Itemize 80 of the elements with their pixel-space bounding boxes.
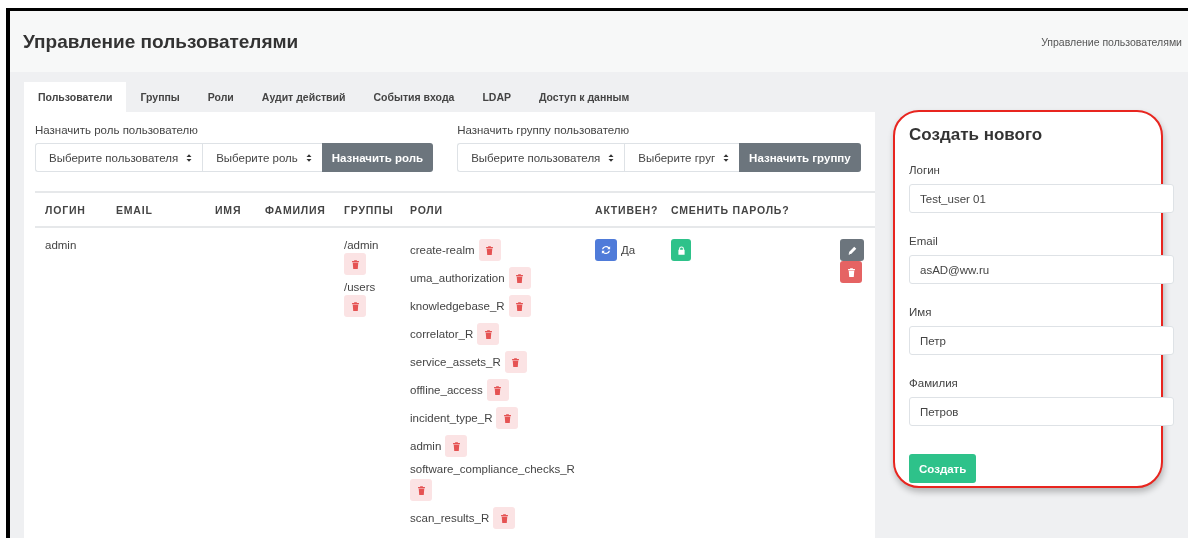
trash-icon xyxy=(349,300,361,312)
trash-icon xyxy=(482,328,494,340)
column-header: ГРУППЫ xyxy=(344,203,395,216)
remove-button[interactable] xyxy=(445,435,468,457)
trash-icon xyxy=(415,484,427,496)
role-name: uma_authorization xyxy=(410,272,505,284)
role-name: knowledgebase_R xyxy=(410,300,505,312)
remove-button[interactable] xyxy=(410,479,432,501)
remove-button[interactable] xyxy=(493,507,516,529)
trash-icon xyxy=(845,266,857,278)
tab[interactable]: Роли xyxy=(193,82,248,112)
input-field[interactable]: Петр xyxy=(909,326,1174,355)
input-field[interactable]: Петров xyxy=(909,397,1174,426)
form-title: Создать нового xyxy=(909,125,1044,145)
role-name: scan_results_R xyxy=(410,512,490,524)
role-name: offline_access xyxy=(410,384,483,396)
remove-button[interactable] xyxy=(508,295,531,317)
trash-icon xyxy=(498,512,510,524)
trash-icon xyxy=(450,440,462,452)
tab[interactable]: Пользователи xyxy=(24,82,127,112)
remove-button[interactable] xyxy=(496,407,519,429)
active-status: Да xyxy=(621,244,636,256)
select-field[interactable]: Выберите груг xyxy=(624,143,740,172)
remove-button[interactable] xyxy=(477,323,500,345)
role-name: admin xyxy=(410,440,442,452)
remove-button[interactable] xyxy=(344,253,366,275)
field-label: Логин xyxy=(909,164,941,176)
input-field[interactable]: asAD@ww.ru xyxy=(909,255,1174,284)
input-field[interactable]: Test_user 01 xyxy=(909,184,1174,213)
trash-icon xyxy=(514,272,526,284)
trash-icon xyxy=(349,258,361,270)
tab[interactable]: LDAP xyxy=(468,82,525,112)
section-label: Назначить группу пользователю xyxy=(457,124,631,136)
remove-button[interactable] xyxy=(478,239,501,261)
tab[interactable]: Доступ к данным xyxy=(525,82,644,112)
delete-button[interactable] xyxy=(840,261,862,283)
assign-button[interactable]: Назначить группу xyxy=(739,143,861,172)
trash-icon xyxy=(502,412,513,424)
lock-icon xyxy=(675,244,687,256)
tab[interactable]: Группы xyxy=(126,82,194,112)
select-field[interactable]: Выберите пользователя xyxy=(457,143,625,172)
table-cell-text: admin xyxy=(45,239,78,253)
role-name: create-realm xyxy=(410,244,475,256)
trash-icon xyxy=(492,384,504,396)
role-name: service_assets_R xyxy=(410,356,501,368)
remove-button[interactable] xyxy=(486,379,509,401)
section-label: Назначить роль пользователю xyxy=(35,124,199,136)
assign-button[interactable]: Назначить роль xyxy=(321,143,434,172)
breadcrumb[interactable]: Управление пользователями xyxy=(1041,35,1182,48)
tab[interactable]: Аудит действий xyxy=(247,82,360,112)
trash-icon xyxy=(510,356,522,368)
field-label: Email xyxy=(909,235,939,247)
field-label: Имя xyxy=(909,306,933,318)
remove-button[interactable] xyxy=(508,267,531,289)
trash-icon xyxy=(484,244,496,256)
column-header: EMAIL xyxy=(116,203,154,216)
edit-button[interactable] xyxy=(840,239,864,261)
group-name: /users xyxy=(344,281,376,293)
group-name: /admin xyxy=(344,239,379,251)
remove-button[interactable] xyxy=(344,295,366,317)
field-label: Фамилия xyxy=(909,377,959,389)
tab[interactable]: События входа xyxy=(359,82,469,112)
remove-button[interactable] xyxy=(504,351,527,373)
column-header: СМЕНИТЬ ПАРОЛЬ? xyxy=(671,203,791,216)
pencil-icon xyxy=(846,244,858,256)
sync-icon xyxy=(600,244,612,256)
column-header: ЛОГИН xyxy=(45,203,87,216)
select-field[interactable]: Выберите пользователя xyxy=(35,143,203,172)
column-header: ИМЯ xyxy=(215,203,243,216)
page-title: Управление пользователями xyxy=(23,30,299,53)
trash-icon xyxy=(514,300,526,312)
role-name: correlator_R xyxy=(410,328,474,340)
role-name: software_compliance_checks_R xyxy=(410,463,575,475)
role-name: incident_type_R xyxy=(410,412,493,424)
select-field[interactable]: Выберите роль xyxy=(202,143,322,172)
column-header: ФАМИЛИЯ xyxy=(265,203,327,216)
toggle-active-button[interactable] xyxy=(595,239,617,261)
column-header: РОЛИ xyxy=(410,203,444,216)
change-password-button[interactable] xyxy=(671,239,691,261)
column-header: АКТИВЕН? xyxy=(595,203,660,216)
